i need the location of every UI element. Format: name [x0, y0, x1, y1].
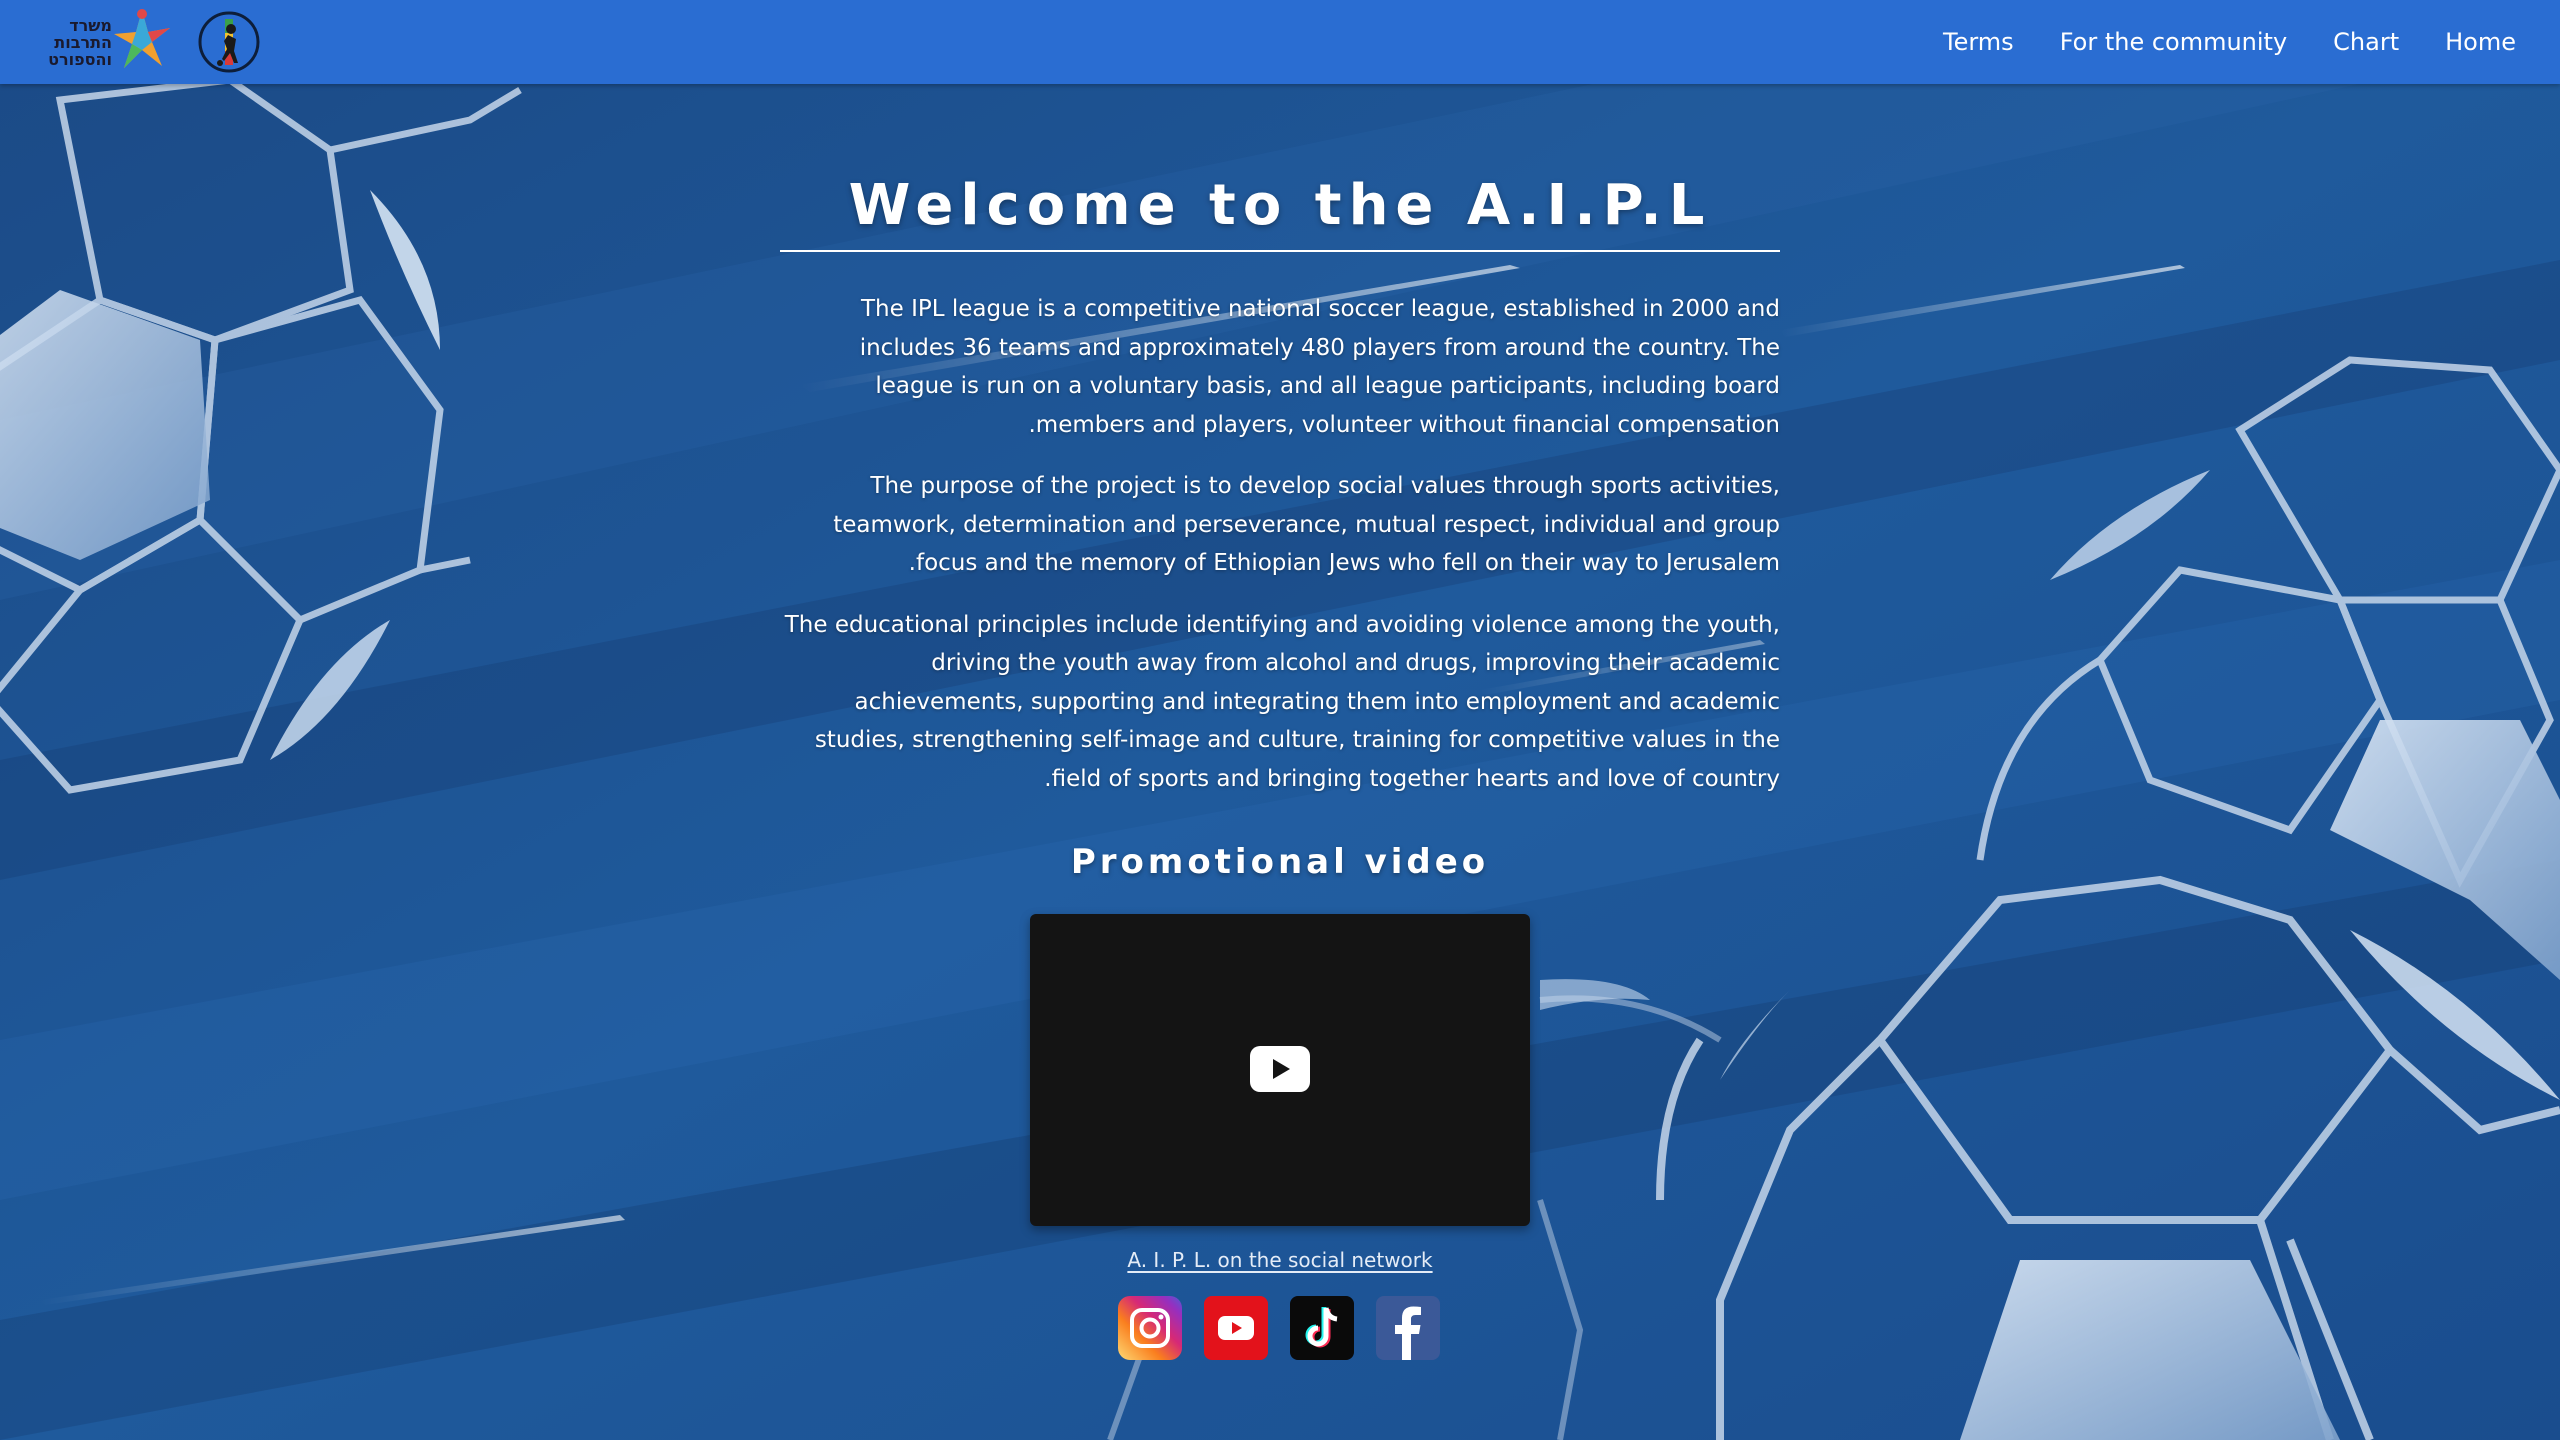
nav-terms[interactable]: Terms: [1943, 28, 2014, 56]
promotional-video-player[interactable]: [1030, 914, 1530, 1226]
ministry-logo-text: משרד התרבות והספורט: [48, 15, 112, 69]
play-icon[interactable]: [1250, 1046, 1310, 1092]
navbar: משרד התרבות והספורט Terms For the commun…: [0, 0, 2560, 84]
nav-for-the-community[interactable]: For the community: [2060, 28, 2287, 56]
main-content: Welcome to the A.I.P.L The IPL league is…: [780, 170, 1780, 798]
page-title: Welcome to the A.I.P.L: [848, 173, 1712, 238]
intro-paragraph: The IPL league is a competitive national…: [859, 296, 1780, 438]
social-caption: A. I. P. L. on the social network: [1080, 1248, 1480, 1272]
star-icon: [114, 9, 170, 68]
nav-chart[interactable]: Chart: [2333, 28, 2399, 56]
logos: משרד התרבות והספורט: [48, 6, 260, 78]
league-logo[interactable]: [198, 11, 260, 73]
social-caption-link[interactable]: A. I. P. L. on the social network: [1127, 1248, 1432, 1272]
youtube-icon[interactable]: [1204, 1296, 1268, 1360]
ministry-of-culture-and-sport-logo[interactable]: משרד התרבות והספורט: [48, 6, 180, 78]
title-divider: [780, 250, 1780, 252]
nav-home[interactable]: Home: [2445, 28, 2516, 56]
social-icons: [1118, 1296, 1440, 1360]
facebook-icon[interactable]: [1376, 1296, 1440, 1360]
instagram-icon[interactable]: [1118, 1296, 1182, 1360]
nav-links: Terms For the community Chart Home: [1943, 0, 2516, 84]
video-heading: Promotional video: [1070, 842, 1490, 882]
principles-paragraph: The educational principles include ident…: [784, 611, 1780, 792]
tiktok-icon[interactable]: [1290, 1296, 1354, 1360]
purpose-paragraph: The purpose of the project is to develop…: [833, 473, 1780, 576]
